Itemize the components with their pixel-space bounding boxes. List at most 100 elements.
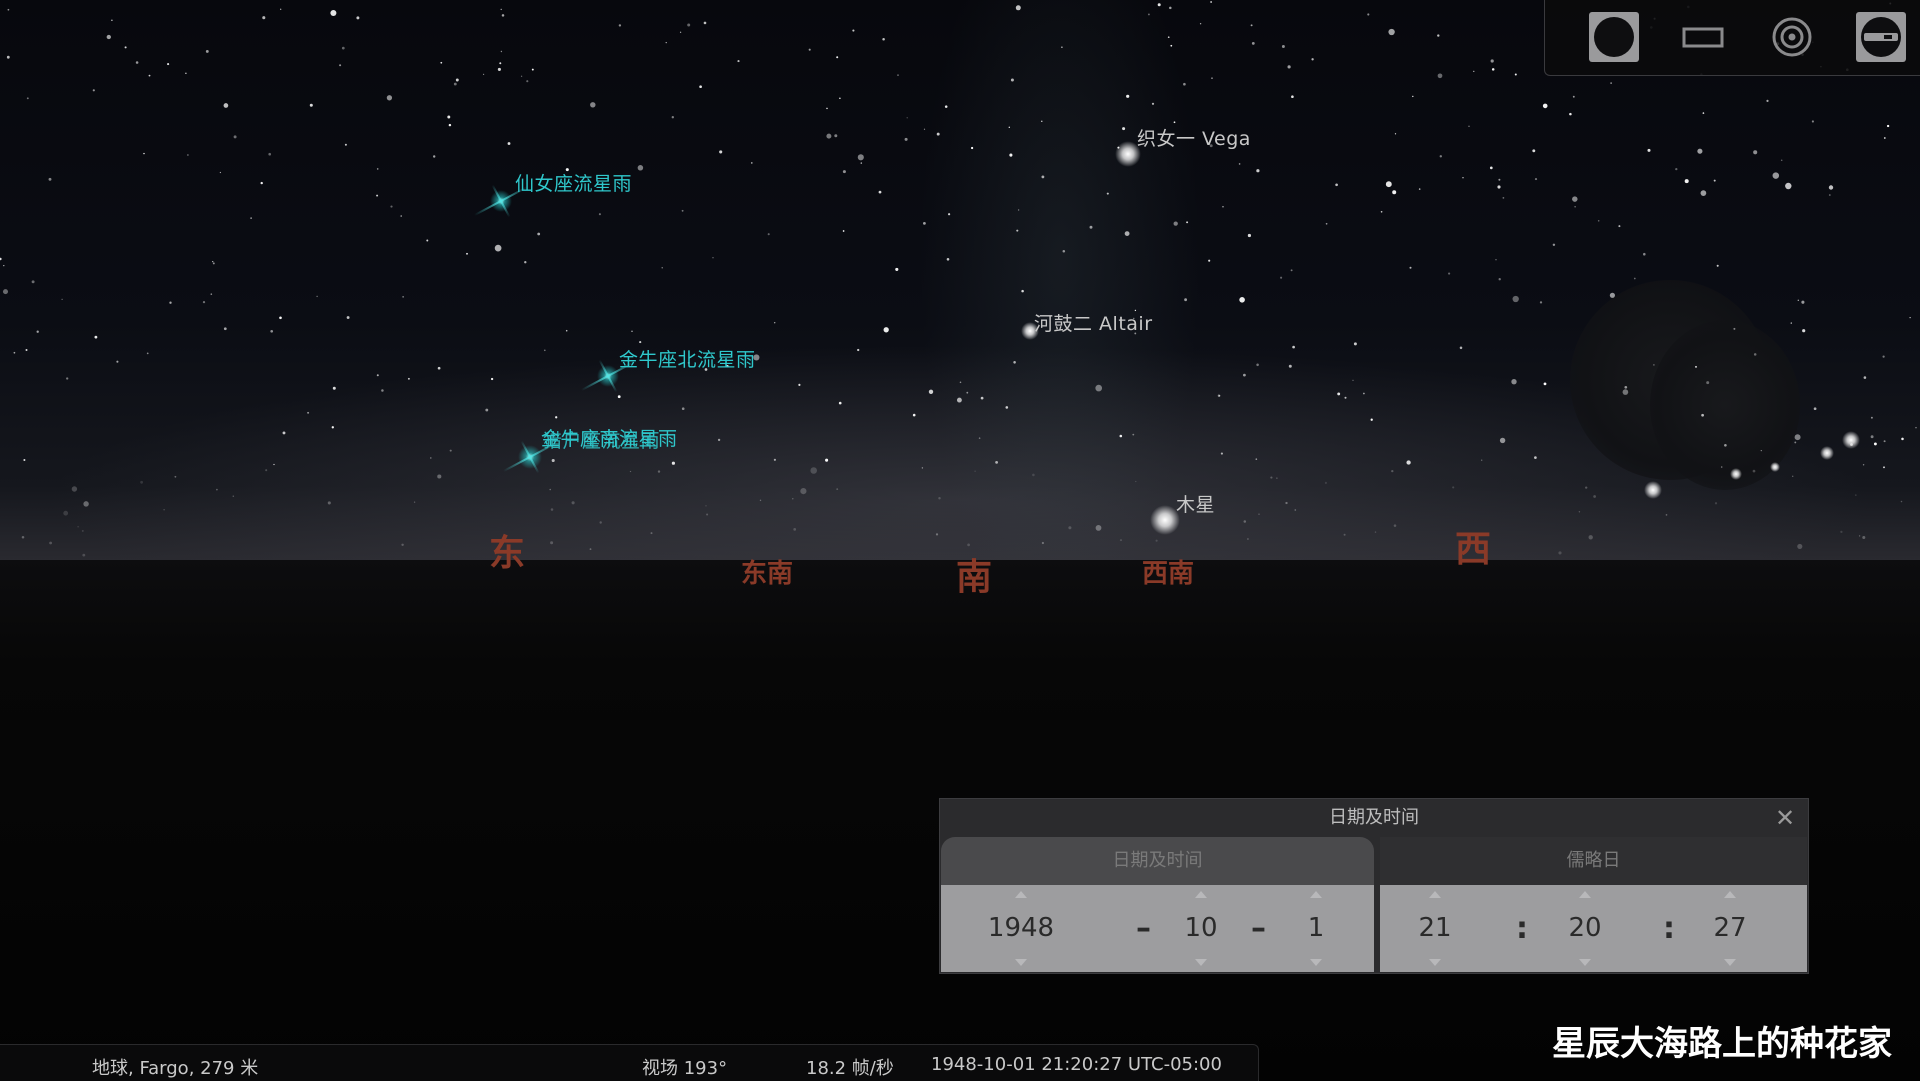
day-spinbox[interactable]: 1 [1291,885,1341,972]
background-star [1558,551,1562,555]
tab-julian-day[interactable]: 儒略日 [1380,837,1807,885]
background-star [1394,133,1397,135]
target-button[interactable] [1767,12,1817,62]
background-star [1883,466,1885,469]
star-label-vega[interactable]: 织女一 Vega [1137,124,1251,151]
background-star [332,386,336,390]
month-spinbox[interactable]: 10 [1171,885,1231,972]
month-value[interactable]: 10 [1171,913,1231,943]
chevron-up-icon[interactable] [1429,891,1441,898]
status-datetime[interactable]: 1948-10-01 21:20:27 UTC-05:00 [931,1054,1222,1075]
close-icon[interactable]: ✕ [1772,805,1798,831]
background-star [1256,363,1259,367]
background-star [124,46,127,49]
minute-value[interactable]: 20 [1560,913,1610,943]
chevron-up-icon[interactable] [1724,891,1736,898]
background-star [842,230,845,232]
background-star [1909,316,1911,319]
chevron-up-icon[interactable] [1579,891,1591,898]
background-star [810,467,817,474]
circle-button[interactable] [1589,12,1639,62]
background-star [737,60,740,63]
chevron-down-icon[interactable] [1310,959,1322,966]
background-star [1883,440,1886,443]
second-spinbox[interactable]: 27 [1705,885,1755,972]
background-star [650,532,653,535]
background-star [1370,418,1373,421]
northern-taurids-radiant[interactable] [597,365,619,387]
background-star [212,262,215,265]
background-star [1870,435,1874,439]
background-star [1041,175,1045,179]
background-star [1585,486,1588,489]
tab-date-time[interactable]: 日期及时间 [941,837,1374,885]
background-star [1285,501,1288,505]
time-separator: : [1516,911,1528,946]
star-label-altair[interactable]: 河鼓二 Altair [1034,309,1153,336]
background-star [1870,416,1873,419]
background-star [1122,127,1126,131]
dialog-title[interactable]: 日期及时间 [940,799,1808,837]
background-star [1353,342,1357,346]
status-fps: 18.2 帧/秒 [806,1058,894,1079]
chevron-down-icon[interactable] [1429,959,1441,966]
chevron-down-icon[interactable] [1724,959,1736,966]
background-star [223,103,229,108]
background-star [210,293,213,295]
background-star [1532,149,1536,153]
background-star [1167,36,1170,39]
background-star [1828,194,1831,196]
background-star [341,46,345,50]
background-star [140,480,144,484]
background-star [430,457,432,459]
planet-label-jupiter[interactable]: 木星 [1176,490,1215,517]
minute-spinbox[interactable]: 20 [1560,885,1610,972]
background-star [1151,102,1155,105]
background-star [1367,13,1370,16]
year-spinbox[interactable]: 1948 [981,885,1061,972]
background-star [1473,70,1475,73]
meteor-label-orionids[interactable]: 猎户座流星雨 [543,426,660,453]
meteor-label-northern-taurids[interactable]: 金牛座北流星雨 [619,345,756,372]
chevron-up-icon[interactable] [1015,891,1027,898]
rectangle-button[interactable] [1678,12,1728,62]
background-star [852,29,855,32]
background-star [836,488,839,491]
background-star [219,171,222,174]
chevron-down-icon[interactable] [1195,959,1207,966]
status-location[interactable]: 地球, Fargo, 279 米 [92,1054,258,1080]
toggle-button[interactable] [1856,12,1906,62]
chevron-up-icon[interactable] [1310,891,1322,898]
background-star [1724,443,1727,447]
background-star [1061,46,1063,48]
background-star [1243,373,1246,377]
background-star [233,135,237,139]
chevron-up-icon[interactable] [1195,891,1207,898]
meteor-label-andromedids[interactable]: 仙女座流星雨 [515,169,632,196]
background-star [135,61,139,64]
background-star [1863,376,1867,379]
background-star [1593,495,1596,498]
background-star [618,24,622,27]
chevron-down-icon[interactable] [1015,959,1027,966]
background-star [1697,148,1703,154]
southern-taurids-radiant[interactable] [518,445,542,469]
date-panel: 1948 – 10 – 1 [941,885,1374,972]
background-star [923,128,926,130]
hour-spinbox[interactable]: 21 [1410,885,1460,972]
background-star [895,267,899,271]
background-star [974,470,976,472]
andromedids-radiant[interactable] [490,190,512,212]
background-star [571,501,575,505]
horizon-light [1820,446,1834,460]
hour-value[interactable]: 21 [1410,913,1460,943]
chevron-down-icon[interactable] [1579,959,1591,966]
year-value[interactable]: 1948 [981,913,1061,943]
second-value[interactable]: 27 [1705,913,1755,943]
background-star [923,222,926,225]
background-star [1276,477,1278,479]
day-value[interactable]: 1 [1291,913,1341,943]
background-star [270,329,274,333]
background-star [1647,148,1651,152]
background-star [1569,112,1572,116]
